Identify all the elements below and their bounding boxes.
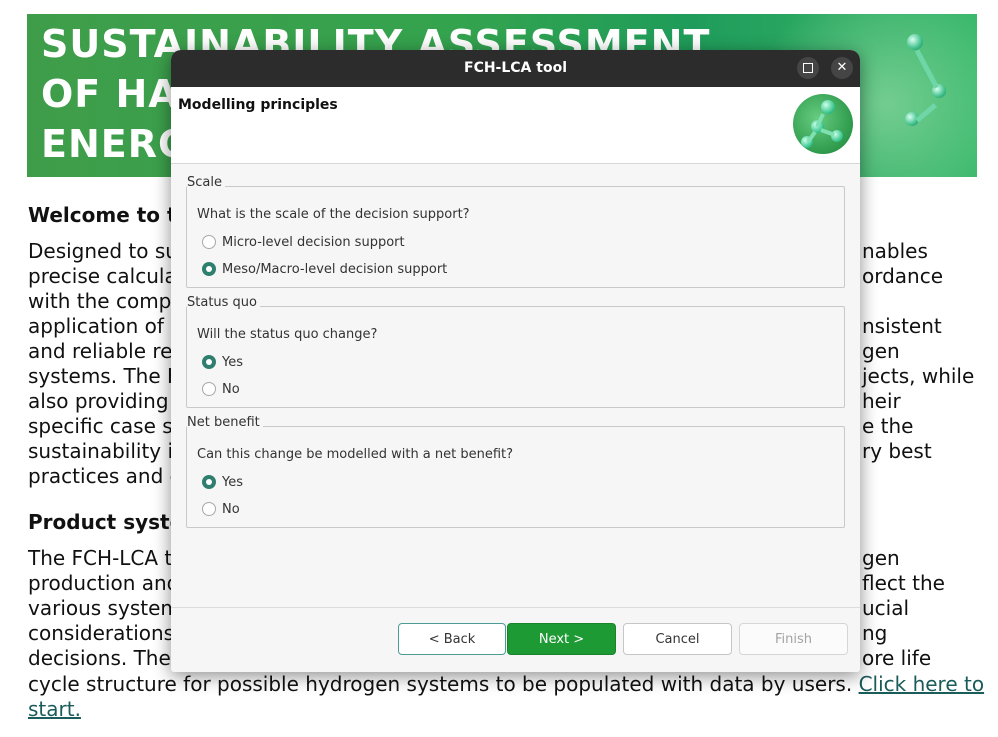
paragraph-line-left: Designed to su: [28, 239, 178, 263]
radio-option-label: Meso/Macro-level decision support: [222, 261, 448, 277]
radio-unchecked-icon[interactable]: [202, 235, 216, 249]
paragraph-line-left: and reliable re: [28, 339, 173, 363]
radio-checked-icon[interactable]: [202, 262, 216, 276]
radio-option[interactable]: Micro-level decision support: [202, 233, 405, 251]
paragraph-line-left: The FCH-LCA to: [28, 546, 185, 570]
cancel-button[interactable]: Cancel: [623, 623, 732, 655]
paragraph-line-right: nables: [862, 239, 928, 263]
radio-unchecked-icon[interactable]: [202, 382, 216, 396]
banner-title-line2: OF HA: [41, 72, 179, 116]
wizard-page-title: Modelling principles: [178, 97, 338, 113]
paragraph-line-right: gen: [862, 339, 900, 363]
radio-option[interactable]: No: [202, 380, 240, 398]
radio-option[interactable]: Yes: [202, 473, 243, 491]
wizard-header: Modelling principles: [171, 87, 860, 164]
dialog-titlebar[interactable]: FCH-LCA tool ✕: [171, 50, 860, 87]
paragraph-line-left: production and: [28, 571, 180, 595]
paragraph-line-right: gen: [862, 546, 900, 570]
paragraph-line-left: various system: [28, 596, 180, 620]
paragraph-line-left: precise calcula: [28, 264, 177, 288]
paragraph-line-left: also providing: [28, 389, 169, 413]
radio-checked-icon[interactable]: [202, 475, 216, 489]
footer-divider: [171, 607, 860, 608]
group-question: What is the scale of the decision suppor…: [197, 207, 470, 222]
start-link[interactable]: Click here to: [859, 672, 985, 696]
radio-option[interactable]: Meso/Macro-level decision support: [202, 260, 447, 278]
paragraph-line-right: heir: [862, 389, 901, 413]
radio-group-scale: Scale What is the scale of the decision s…: [186, 175, 845, 288]
product-systems-heading: Product syste: [28, 510, 184, 534]
paragraph-line-right: flect the: [862, 571, 945, 595]
back-button[interactable]: < Back: [398, 623, 506, 655]
radio-option-label: No: [222, 501, 240, 517]
radio-group-status-quo: Status quo Will the status quo change? Yes…: [186, 295, 845, 408]
radio-checked-icon[interactable]: [202, 355, 216, 369]
paragraph-line-left: systems. The F: [28, 364, 179, 388]
radio-option-label: No: [222, 381, 240, 397]
radio-option-label: Yes: [222, 474, 243, 490]
fch-lca-dialog: FCH-LCA tool ✕ Modelling principles Scal…: [171, 50, 860, 672]
paragraph-last-line: cycle structure for possible hydrogen sy…: [28, 672, 984, 696]
finish-button: Finish: [739, 623, 848, 655]
maximize-icon: [803, 63, 813, 73]
group-label: Status quo: [187, 295, 261, 310]
start-link-continued[interactable]: start.: [28, 697, 81, 721]
next-button[interactable]: Next >: [507, 623, 616, 655]
paragraph-line-right: jects, while: [862, 364, 975, 388]
close-icon: ✕: [836, 60, 848, 75]
radio-option[interactable]: Yes: [202, 353, 243, 371]
paragraph-line-left: considerations: [28, 621, 175, 645]
paragraph-line-left: practices and e: [28, 464, 182, 488]
paragraph-line-left: decisions. The: [28, 646, 171, 670]
paragraph-line-right: ucial: [862, 596, 910, 620]
dialog-title: FCH-LCA tool: [464, 60, 567, 76]
group-label: Net benefit: [187, 415, 263, 430]
radio-option-label: Micro-level decision support: [222, 234, 405, 250]
paragraph-line-right: e the: [862, 414, 914, 438]
paragraph-line-right: ordance: [862, 264, 944, 288]
close-button[interactable]: ✕: [831, 57, 853, 79]
paragraph-line-right: nsistent: [862, 314, 942, 338]
paragraph-line-right: ng: [862, 621, 888, 645]
paragraph-line-left: with the comp: [28, 289, 172, 313]
group-question: Can this change be modelled with a net b…: [197, 447, 514, 462]
maximize-button[interactable]: [797, 57, 819, 79]
hydrogen-molecule-logo: [793, 94, 853, 154]
paragraph-line-right: ore life: [862, 646, 932, 670]
group-label: Scale: [187, 175, 225, 190]
paragraph-line-left: application of: [28, 314, 164, 338]
paragraph-line-left: sustainability i: [28, 439, 174, 463]
banner-title-line3: ENERG: [41, 122, 191, 166]
radio-option-label: Yes: [222, 354, 243, 370]
paragraph-line-right: ry best: [862, 439, 932, 463]
paragraph-last-line-text: cycle structure for possible hydrogen sy…: [28, 672, 853, 696]
radio-unchecked-icon[interactable]: [202, 502, 216, 516]
radio-option[interactable]: No: [202, 500, 240, 518]
molecule-decoration: [907, 34, 923, 50]
paragraph-line-left: specific case st: [28, 414, 181, 438]
radio-group-net-benefit: Net benefit Can this change be modelled w…: [186, 415, 845, 528]
welcome-heading: Welcome to th: [28, 203, 191, 227]
group-question: Will the status quo change?: [197, 327, 378, 342]
